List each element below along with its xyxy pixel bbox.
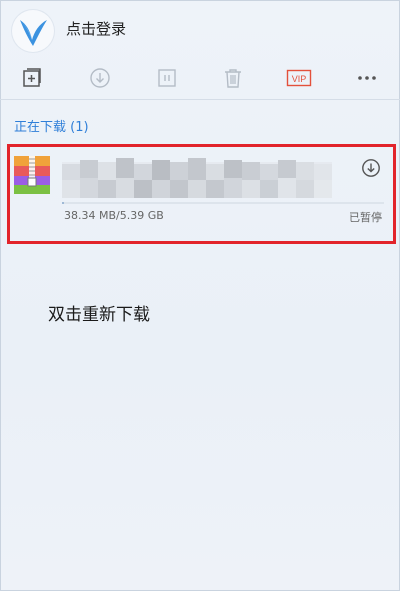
download-progress-fill — [62, 202, 64, 204]
toolbar: VIP — [0, 58, 400, 98]
bird-logo-icon — [20, 20, 47, 46]
download-item[interactable] — [7, 144, 396, 240]
vip-icon: VIP — [286, 69, 312, 87]
more-button[interactable] — [353, 64, 381, 92]
login-link[interactable]: 点击登录 — [66, 18, 126, 39]
downloading-section-title[interactable]: 正在下载 (1) — [14, 116, 89, 135]
vip-label: VIP — [292, 74, 307, 84]
instruction-caption: 双击重新下载 — [48, 305, 150, 325]
download-size: 38.34 MB/5.39 GB — [64, 209, 164, 222]
new-task-button[interactable] — [18, 64, 46, 92]
pause-icon — [158, 69, 176, 87]
download-circle-icon — [362, 159, 380, 177]
zip-file-icon — [14, 156, 50, 194]
download-circle-icon — [90, 68, 110, 88]
download-progress-bar — [62, 202, 384, 204]
pause-button[interactable] — [153, 64, 181, 92]
delete-button[interactable] — [219, 64, 247, 92]
start-button[interactable] — [86, 64, 114, 92]
resume-download-button[interactable] — [361, 158, 381, 178]
trash-icon — [225, 69, 241, 88]
vip-button[interactable]: VIP — [285, 64, 313, 92]
header: 点击登录 — [0, 0, 400, 58]
more-icon — [358, 76, 376, 80]
download-status: 已暂停 — [349, 211, 382, 224]
plus-square-icon — [23, 68, 41, 87]
avatar[interactable] — [12, 10, 54, 52]
toolbar-divider — [0, 99, 400, 100]
